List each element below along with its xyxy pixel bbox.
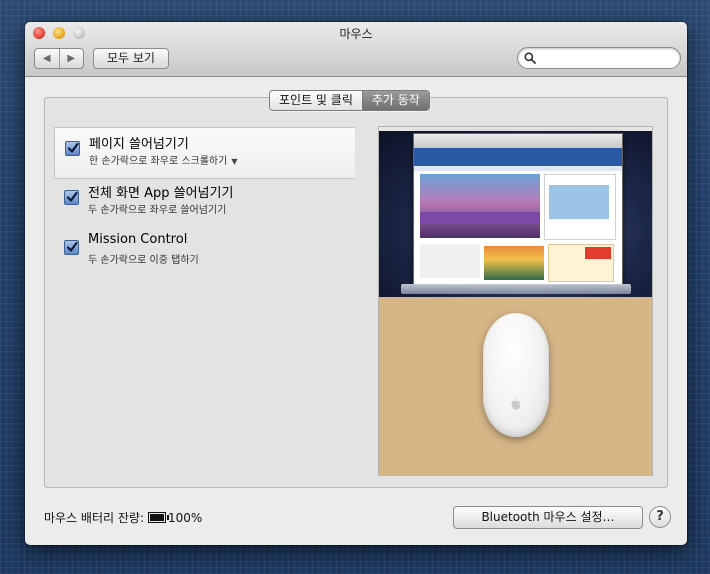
back-button[interactable]: ◀ <box>35 49 60 68</box>
gesture-swipe-pages[interactable]: 페이지 쓸어넘기기 한 손가락으로 좌우로 스크롤하기 ▼ <box>54 127 404 179</box>
search-icon <box>524 52 536 64</box>
gesture-swipe-full-screen-apps[interactable]: 전체 화면 App 쓸어넘기기 두 손가락으로 좌우로 쓸어넘기기 <box>54 177 354 227</box>
chevron-left-icon: ◀ <box>42 53 51 64</box>
preview-map <box>544 174 616 240</box>
tab-bar: 포인트 및 클릭 추가 동작 <box>269 90 430 111</box>
preferences-window: 마우스 ◀ ▶ 모두 보기 포인트 및 클릭 추가 동작 페이지 쓸어넘기기 한… <box>25 22 687 545</box>
preview-menubar <box>379 127 652 131</box>
chevron-right-icon: ▶ <box>67 53 76 64</box>
tab-point-and-click[interactable]: 포인트 및 클릭 <box>270 91 363 110</box>
gesture-title: Mission Control <box>88 232 188 247</box>
gesture-title: 전체 화면 App 쓸어넘기기 <box>88 186 234 201</box>
battery-value: 100% <box>168 511 203 525</box>
battery-status: 마우스 배터리 잔량: 100% <box>44 509 202 526</box>
preview-browser-window <box>413 133 623 285</box>
bluetooth-mouse-setup-button[interactable]: Bluetooth 마우스 설정… <box>453 506 643 529</box>
search-field[interactable] <box>517 47 681 69</box>
help-button[interactable]: ? <box>649 506 671 528</box>
forward-button[interactable]: ▶ <box>60 49 84 68</box>
checkmark-icon <box>66 191 78 202</box>
swipe-full-screen-checkbox[interactable] <box>64 190 79 205</box>
nav-button-group: ◀ ▶ <box>34 48 84 69</box>
magic-mouse-image <box>483 313 549 437</box>
apple-logo-icon <box>511 398 521 410</box>
preview-hero-image <box>420 174 540 238</box>
battery-icon <box>148 512 169 523</box>
title-bar: 마우스 ◀ ▶ 모두 보기 <box>25 22 687 77</box>
preview-desktop <box>379 127 652 297</box>
gesture-preview-video <box>378 126 653 476</box>
checkmark-icon <box>67 142 79 153</box>
gesture-subtitle[interactable]: 한 손가락으로 좌우로 스크롤하기 ▼ <box>89 152 238 167</box>
gesture-subtitle: 두 손가락으로 이중 탭하기 <box>88 255 199 266</box>
gesture-mission-control[interactable]: Mission Control 두 손가락으로 이중 탭하기 <box>54 227 354 277</box>
window-title: 마우스 <box>339 27 373 41</box>
gesture-title: 페이지 쓸어넘기기 <box>89 137 189 152</box>
gesture-option-label: 한 손가락으로 좌우로 스크롤하기 <box>89 156 228 167</box>
dropdown-arrow-icon[interactable]: ▼ <box>231 157 237 166</box>
preview-palm-image <box>484 246 544 280</box>
mission-control-checkbox[interactable] <box>64 240 79 255</box>
swipe-pages-checkbox[interactable] <box>65 141 80 156</box>
battery-label: 마우스 배터리 잔량: <box>44 511 144 525</box>
gesture-subtitle: 두 손가락으로 좌우로 쓸어넘기기 <box>88 205 227 216</box>
tab-more-gestures[interactable]: 추가 동작 <box>362 91 429 110</box>
preview-dock <box>401 284 631 294</box>
show-all-button[interactable]: 모두 보기 <box>93 48 169 69</box>
preview-ad <box>548 244 614 282</box>
checkmark-icon <box>66 241 78 252</box>
